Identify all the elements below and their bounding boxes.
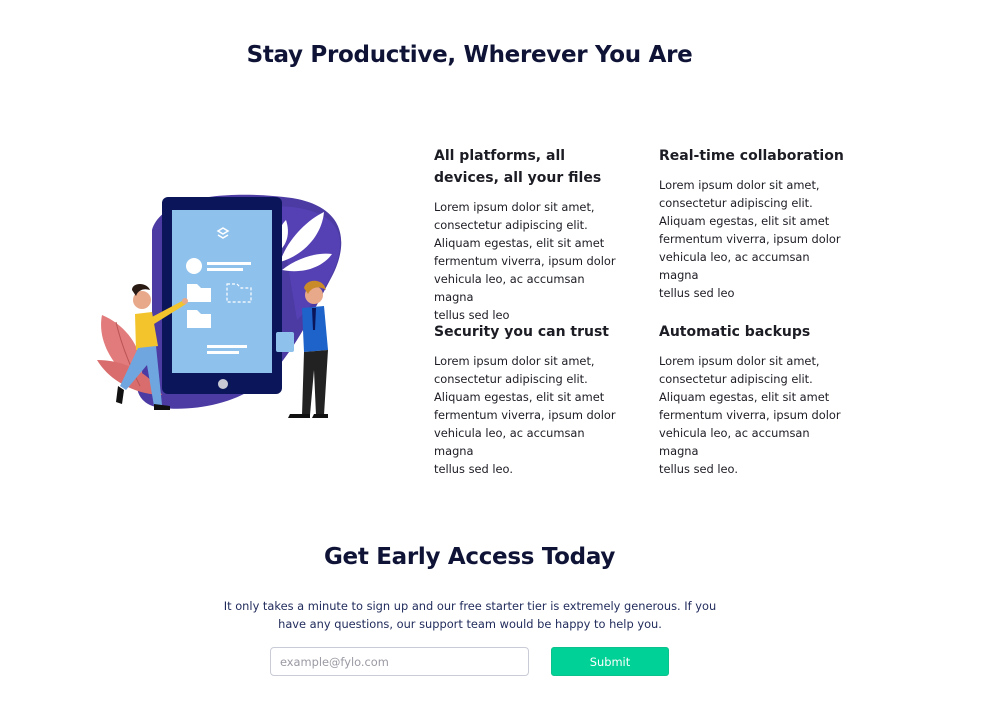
feature-security: Security you can trust Lorem ipsum dolor…: [434, 321, 624, 478]
feature-text: Lorem ipsum dolor sit amet, consectetur …: [434, 354, 616, 476]
early-access-description: It only takes a minute to sign up and ou…: [223, 599, 717, 631]
phone-collaboration-illustration: [97, 194, 342, 418]
feature-all-platforms: All platforms, all devices, all your fil…: [434, 145, 624, 324]
early-access-title: Get Early Access Today: [323, 544, 616, 570]
section-title: Stay Productive, Wherever You Are: [246, 42, 693, 68]
feature-title: Real-time collaboration: [659, 148, 844, 164]
submit-button[interactable]: Submit: [551, 647, 669, 676]
feature-text: Lorem ipsum dolor sit amet, consectetur …: [434, 200, 616, 322]
feature-title: All platforms, all devices, all your fil…: [434, 148, 602, 186]
feature-automatic-backups: Automatic backups Lorem ipsum dolor sit …: [659, 321, 849, 478]
feature-text: Lorem ipsum dolor sit amet, consectetur …: [659, 178, 841, 300]
email-input[interactable]: [270, 647, 529, 676]
feature-text: Lorem ipsum dolor sit amet, consectetur …: [659, 354, 841, 476]
feature-title: Automatic backups: [659, 324, 811, 340]
feature-real-time-collaboration: Real-time collaboration Lorem ipsum dolo…: [659, 145, 849, 302]
feature-title: Security you can trust: [434, 324, 609, 340]
